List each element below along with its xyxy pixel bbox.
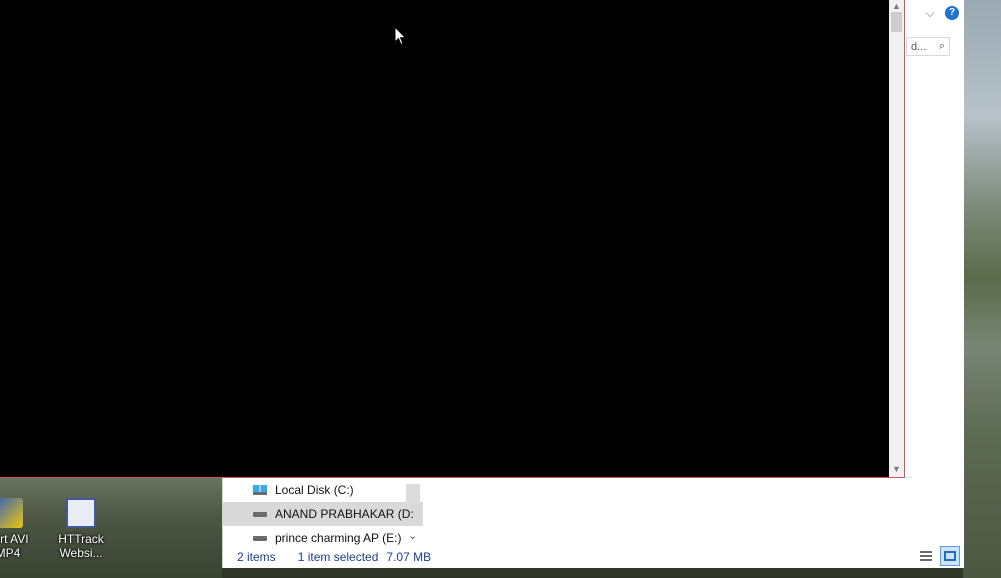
nav-item-drive-e[interactable]: prince charming AP (E:) — [223, 526, 423, 548]
status-item-count: 2 items — [237, 550, 276, 564]
search-text: d... — [911, 40, 927, 53]
desktop-icon-label-2: MP4 — [0, 546, 21, 560]
usb-drive-icon — [253, 511, 267, 517]
usb-drive-icon — [253, 535, 267, 541]
desktop-icon-label: vert AVI — [0, 532, 29, 546]
desktop-icon-label: HTTrack — [58, 532, 104, 546]
httrack-icon — [66, 498, 96, 528]
view-buttons — [916, 546, 960, 566]
status-size: 7.07 MB — [386, 550, 432, 564]
windows-drive-icon — [253, 485, 267, 495]
nav-pane-scrollbar[interactable] — [406, 484, 420, 504]
chevron-down-icon[interactable]: ⌵ — [923, 6, 937, 20]
status-bar: 2 items 1 item selected 7.07 MB — [223, 546, 964, 568]
search-icon: ⌕ — [938, 40, 945, 52]
details-view-button[interactable] — [916, 546, 936, 566]
nav-item-drive-d[interactable]: ANAND PRABHAKAR (D: — [223, 502, 423, 526]
scrollbar-thumb[interactable] — [891, 12, 902, 32]
media-window[interactable]: ▲ ▼ — [0, 0, 905, 478]
nav-item-local-disk-c[interactable]: Local Disk (C:) — [223, 478, 423, 502]
large-icons-view-icon — [944, 551, 956, 561]
scroll-up-icon[interactable]: ▲ — [891, 1, 902, 11]
details-view-icon — [920, 551, 932, 561]
search-input[interactable]: d... ⌕ — [906, 37, 950, 56]
nav-item-label: prince charming AP (E:) — [275, 531, 402, 545]
navigation-pane: Local Disk (C:) ANAND PRABHAKAR (D: prin… — [223, 478, 423, 548]
desktop-wallpaper-right — [963, 0, 1001, 578]
desktop-icon-convert-avi[interactable]: vert AVI MP4 — [0, 498, 38, 560]
nav-item-label: ANAND PRABHAKAR (D: — [275, 507, 414, 521]
mouse-cursor-icon — [394, 26, 407, 46]
nav-scroll-down-icon[interactable]: ⌄ — [408, 529, 417, 542]
nav-item-label: Local Disk (C:) — [275, 483, 354, 497]
desktop-icon-label-2: Websi... — [59, 546, 103, 560]
title-controls: ⌵ ? — [923, 6, 959, 20]
desktop-icon-httrack[interactable]: HTTrack Websi... — [51, 498, 111, 560]
convert-avi-icon — [0, 498, 23, 528]
scroll-down-icon[interactable]: ▼ — [891, 464, 902, 474]
help-icon[interactable]: ? — [945, 6, 959, 20]
status-selection: 1 item selected — [297, 550, 379, 564]
large-icons-view-button[interactable] — [940, 546, 960, 566]
vertical-scrollbar[interactable]: ▲ ▼ — [889, 0, 904, 477]
